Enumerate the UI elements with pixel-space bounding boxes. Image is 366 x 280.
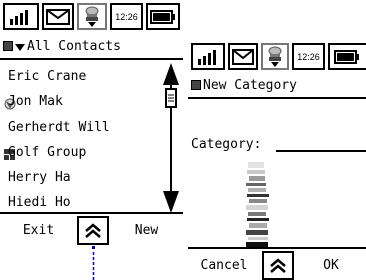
scroll-up-arrow-icon [163, 63, 179, 85]
list-item[interactable]: Hiedi Ho [8, 195, 71, 210]
dialog-title: New Category [203, 78, 297, 93]
list-item[interactable]: Eric Crane [8, 69, 86, 84]
cancel-label: Cancel [200, 258, 248, 273]
category-selector[interactable]: All Contacts [0, 36, 183, 60]
contact-name: Golf Group [8, 145, 87, 160]
bottom-toolbar: Exit New [0, 212, 183, 246]
contact-name: Gerherdt Will [8, 120, 110, 135]
status-bar: 12:26 [188, 40, 366, 72]
battery-icon [146, 3, 180, 30]
app-menu-icon[interactable] [77, 3, 107, 30]
keyboard-artifact-image [246, 160, 270, 248]
dialog-titlebar: New Category [188, 75, 366, 99]
cancel-button[interactable]: Cancel [188, 249, 260, 280]
app-menu-icon[interactable] [261, 43, 289, 70]
contacts-screen: 12:26 All Contacts Eric Crane Jon Mak Ge… [0, 0, 183, 246]
status-bar: 12:26 [0, 0, 183, 32]
mail-icon[interactable] [228, 43, 258, 70]
scrollbar[interactable] [163, 63, 179, 213]
list-item[interactable]: Gerherdt Will [8, 120, 110, 135]
exit-label: Exit [22, 223, 55, 238]
contact-name: Jon Mak [8, 94, 63, 109]
mail-icon[interactable] [42, 3, 74, 30]
double-chevron-up-icon [85, 222, 101, 238]
ok-label: OK [323, 258, 339, 273]
contact-name: Herry Ha [8, 170, 71, 185]
clock-time: 12:26 [115, 11, 138, 22]
category-icon [191, 80, 201, 90]
app-switcher-button[interactable] [77, 216, 109, 245]
signal-strength-icon [191, 43, 225, 70]
scroll-down-arrow-icon [163, 191, 179, 213]
signal-strength-icon [3, 3, 39, 30]
list-item[interactable]: Herry Ha [8, 170, 71, 185]
list-item[interactable]: Jon Mak [8, 94, 63, 109]
contact-name: Hiedi Ho [8, 195, 71, 210]
dropdown-arrow-icon [15, 44, 25, 51]
new-button[interactable]: New [110, 214, 183, 246]
battery-icon [328, 43, 366, 70]
bottom-toolbar: Cancel OK [188, 247, 366, 280]
clock: 12:26 [110, 3, 143, 30]
category-input-underline [276, 150, 366, 152]
app-switcher-button[interactable] [262, 251, 294, 280]
new-label: New [134, 223, 159, 238]
exit-button[interactable]: Exit [0, 214, 77, 246]
category-label: Category: [191, 137, 262, 152]
ok-button[interactable]: OK [296, 249, 366, 280]
clock: 12:26 [292, 43, 325, 70]
new-category-screen: 12:26 New Category Category: Cancel OK [188, 30, 366, 280]
page-title: All Contacts [27, 39, 121, 54]
double-chevron-up-icon [270, 257, 286, 273]
category-icon [3, 41, 13, 51]
transition-connector [92, 246, 95, 280]
contact-name: Eric Crane [8, 69, 87, 84]
list-item[interactable]: Golf Group [8, 145, 86, 160]
clock-time: 12:26 [297, 51, 320, 62]
